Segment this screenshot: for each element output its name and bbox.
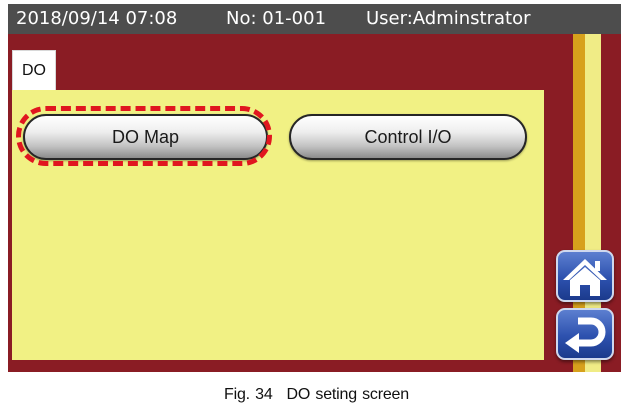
- figure-caption: Fig. 34 DO seting screen: [0, 386, 633, 404]
- status-bar: 2018/09/14 07:08 No: 01-001 User:Adminst…: [8, 4, 621, 34]
- machine-number-text: No: 01-001: [226, 8, 327, 29]
- home-button[interactable]: [556, 250, 614, 302]
- tab-do[interactable]: DO: [12, 50, 56, 92]
- user-text: User:Adminstrator: [366, 8, 531, 29]
- datetime-text: 2018/09/14 07:08: [16, 8, 178, 29]
- return-arrow-icon: [565, 317, 606, 353]
- figure-number: Fig. 34: [224, 386, 273, 403]
- device-screen: 2018/09/14 07:08 No: 01-001 User:Adminst…: [8, 4, 621, 372]
- control-io-button[interactable]: Control I/O: [289, 114, 527, 160]
- return-button[interactable]: [556, 308, 614, 360]
- figure-title: DO seting screen: [286, 386, 410, 403]
- home-icon: [563, 259, 607, 296]
- do-map-button[interactable]: DO Map: [23, 114, 268, 160]
